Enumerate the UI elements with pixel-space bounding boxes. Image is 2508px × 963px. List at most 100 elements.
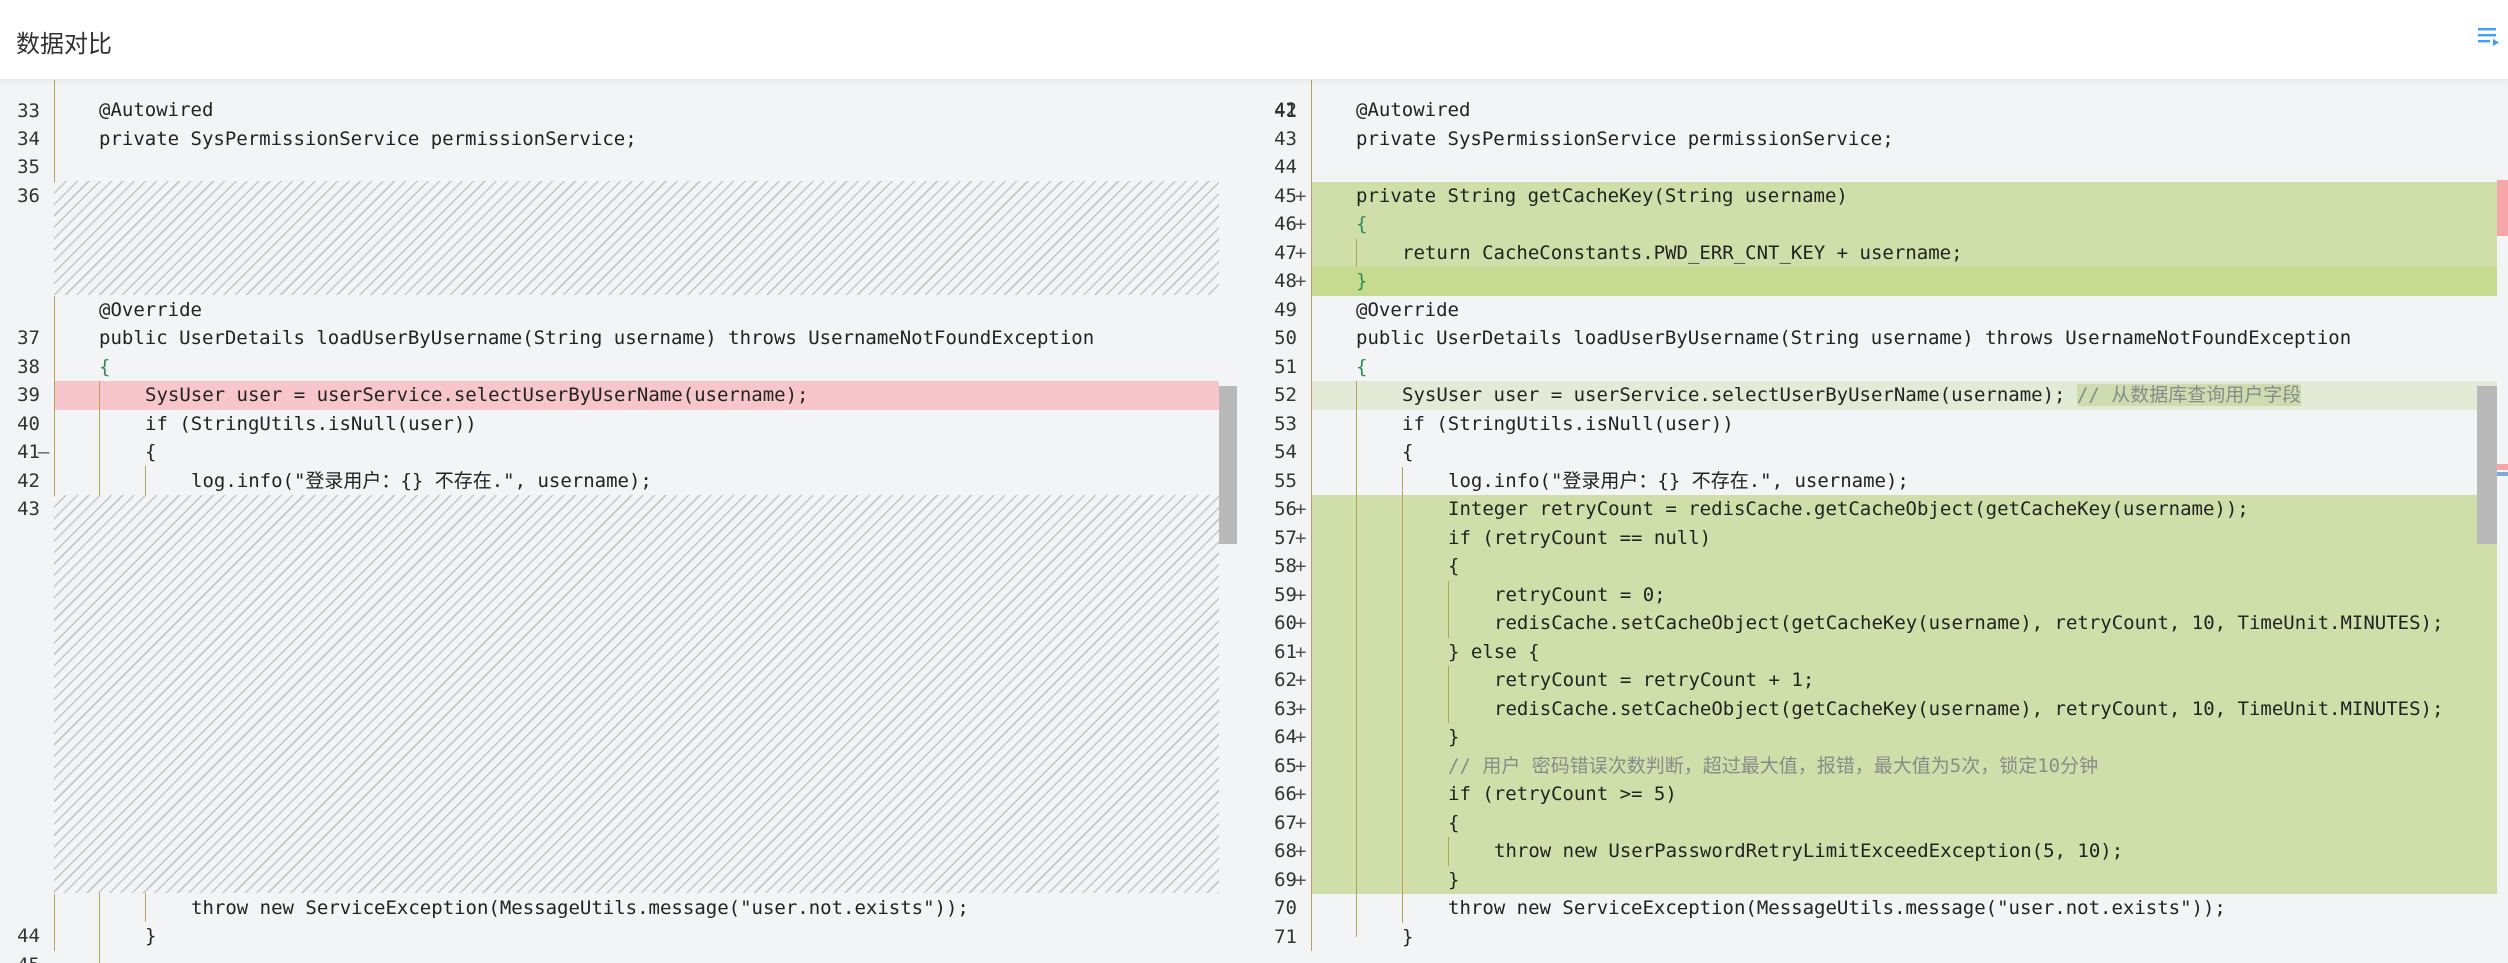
code-text: retryCount = retryCount + 1; — [1494, 669, 1815, 691]
code-line: 49 @Override — [1257, 295, 2497, 324]
ruler-mark-deleted — [2497, 180, 2508, 236]
code-line: 42 @Autowired — [1257, 96, 2497, 125]
left-pane[interactable]: 33 34 @Autowired 35 private SysPermissio… — [0, 80, 1219, 963]
code-text: { — [1448, 555, 1460, 577]
indent-guide — [1448, 580, 1449, 638]
code-text: { — [1356, 355, 1368, 378]
code-text: } else { — [1448, 640, 1540, 663]
code-text: { — [1356, 213, 1368, 235]
right-scrollbar-thumb[interactable] — [2477, 386, 2497, 544]
code-line-added: 68 + throw new UserPasswordRetryLimitExcee… — [1257, 837, 2497, 866]
line-number: 68 — [1274, 840, 1297, 862]
code-text: private SysPermissionService permissionS… — [1356, 127, 1894, 150]
code-line: 35 private SysPermissionService permissi… — [0, 124, 1219, 178]
code-line-modified: 52 SysUser user = userService.selectUserB… — [1257, 381, 2497, 410]
line-number: 45 — [0, 951, 40, 963]
added-marker: + — [1295, 241, 1307, 264]
code-line-added: 69 +} — [1257, 865, 2497, 894]
added-marker: + — [1295, 840, 1307, 862]
indent-guide — [1448, 666, 1449, 723]
code-line: 34 @Autowired — [0, 96, 1219, 150]
code-comment: // 用户 密码错误次数判断，超过最大值，报错，最大值为5次，锁定10分钟 — [1448, 754, 2099, 777]
code-line: 38 public UserDetails loadUserByUsername… — [0, 324, 1219, 378]
code-text: if (StringUtils.isNull(user)) — [1402, 412, 1734, 435]
code-line-added: 63 + redisCache.setCacheObject(getCacheKey… — [1257, 694, 2497, 723]
code-line: 39 { — [0, 352, 1219, 406]
code-line: 70 throw new ServiceException(MessageUtil… — [1257, 894, 2497, 923]
added-marker: + — [1295, 184, 1307, 207]
code-text: private SysPermissionService permissionS… — [99, 127, 637, 150]
added-marker: + — [1295, 783, 1307, 805]
code-line-added: 61 +} else { — [1257, 637, 2497, 666]
line-number: 51 — [1274, 355, 1297, 378]
code-text: if (retryCount >= 5) — [1448, 783, 1677, 805]
line-number: 58 — [1274, 555, 1297, 577]
added-marker: + — [1295, 498, 1307, 520]
code-line-added: 59 + retryCount = 0; — [1257, 580, 2497, 609]
added-marker: + — [1295, 640, 1307, 663]
pane-divider[interactable] — [1237, 80, 1257, 963]
indent-guide — [1448, 837, 1449, 866]
indent-guide — [145, 893, 146, 922]
code-text: redisCache.setCacheObject(getCacheKey(us… — [1494, 697, 2444, 720]
code-text: } — [1402, 925, 1414, 948]
added-marker: + — [1295, 583, 1307, 606]
ruler-mark-deleted — [2497, 464, 2508, 468]
added-marker: + — [1295, 270, 1307, 292]
code-line: 54 { — [1257, 438, 2497, 467]
code-line-added: 56 + Integer retryCount = redisCache.getCa… — [1257, 495, 2497, 524]
code-line-added: 64 +} — [1257, 723, 2497, 752]
code-text: log.info("登录用户：{} 不存在.", username); — [191, 469, 652, 492]
code-text: { — [1402, 441, 1414, 463]
code-line-added: 58 + { — [1257, 552, 2497, 581]
code-text: { — [99, 355, 111, 378]
code-line: 36 — [0, 153, 1219, 207]
code-line-added: 60 + redisCache.setCacheObject(getCacheKey… — [1257, 609, 2497, 638]
line-number: 71 — [1274, 925, 1297, 948]
code-text: } — [1356, 270, 1368, 292]
code-line: 45 } — [0, 922, 1219, 963]
added-marker: + — [1295, 697, 1307, 720]
line-number: 63 — [1274, 697, 1297, 720]
line-number: 47 — [1274, 241, 1297, 264]
line-number: 65 — [1274, 754, 1297, 777]
right-pane[interactable]: 41 42 @Autowired 43 private SysPermissionSe… — [1257, 80, 2497, 963]
code-line: 33 — [0, 80, 1219, 122]
line-number: 70 — [1274, 897, 1297, 919]
line-number: 53 — [1274, 412, 1297, 435]
code-line: 42 { — [0, 438, 1219, 492]
diff-gap-hatch — [54, 181, 1219, 295]
code-text: } — [1448, 726, 1460, 748]
line-number: 66 — [1274, 783, 1297, 805]
line-number: 69 — [1274, 868, 1297, 891]
code-text: { — [145, 441, 157, 463]
added-marker: + — [1295, 726, 1307, 748]
diff-gap-hatch — [54, 495, 1219, 893]
line-number: 48 — [1274, 270, 1297, 292]
indent-guide — [99, 893, 100, 963]
page-header: 数据对比 — [0, 0, 2508, 80]
code-line-added: 46 + { — [1257, 210, 2497, 239]
code-line-added: 48 +} — [1257, 267, 2497, 296]
overview-ruler[interactable] — [2497, 80, 2508, 963]
code-text: @Override — [1356, 298, 1459, 321]
left-scrollbar-thumb[interactable] — [1219, 386, 1237, 544]
code-line: 53 if (StringUtils.isNull(user)) — [1257, 409, 2497, 438]
code-text: } — [145, 925, 157, 947]
code-text: @Autowired — [99, 99, 214, 121]
code-line-added: 66 + if (retryCount >= 5) — [1257, 780, 2497, 809]
code-text: } — [1448, 868, 1460, 891]
code-line: 37 @Override — [0, 295, 1219, 349]
indent-guide — [99, 381, 100, 495]
list-menu-icon[interactable] — [2476, 24, 2502, 50]
code-line: 43 log.info("登录用户：{} 不存在.", username); — [0, 466, 1219, 520]
line-number: 62 — [1274, 669, 1297, 691]
code-text: SysUser user = userService.selectUserByU… — [145, 384, 809, 406]
code-line-added: 57 + if (retryCount == null) — [1257, 523, 2497, 552]
code-text: if (retryCount == null) — [1448, 526, 1712, 549]
code-text: @Autowired — [1356, 99, 1471, 121]
code-line-added: 62 + retryCount = retryCount + 1; — [1257, 666, 2497, 695]
line-number: 60 — [1274, 612, 1297, 634]
code-line: 55 log.info("登录用户：{} 不存在.", username); — [1257, 466, 2497, 495]
line-number: 55 — [1274, 469, 1297, 492]
